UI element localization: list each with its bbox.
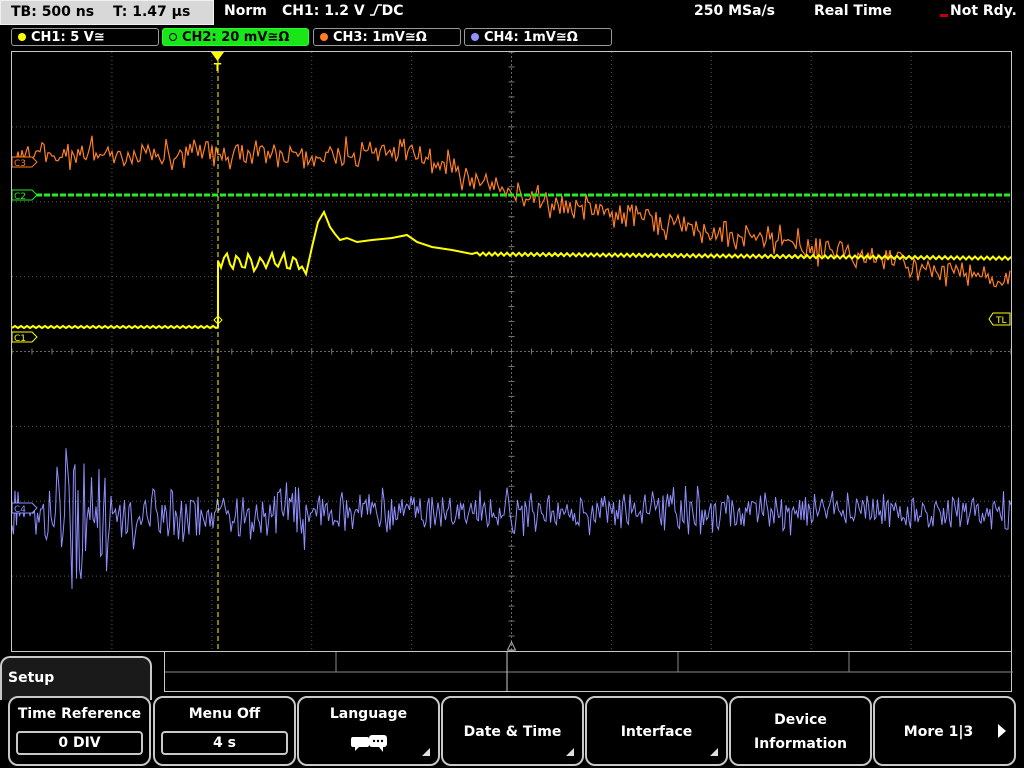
channel-3-button[interactable]: CH3: 1mV≅Ω — [313, 28, 461, 46]
trigger-mode[interactable]: Norm — [224, 3, 267, 19]
trigger-coupling: DC — [381, 3, 404, 19]
trigger-status: Not Rdy. — [950, 3, 1017, 19]
device-information-label-1: Device — [774, 712, 827, 728]
timebase-box[interactable]: TB: 500 ns T: 1.47 µs — [0, 0, 214, 25]
acquisition-mode: Real Time — [814, 3, 892, 19]
trigger-time-value: T: 1.47 µs — [112, 4, 191, 20]
waveform-display[interactable]: C3 C2 C1 C4 TL — [11, 51, 1012, 652]
device-information-label-2: Information — [754, 736, 847, 752]
menu-off-softkey[interactable]: Menu Off 4 s — [153, 696, 296, 766]
channel-3-marker-label: C3 — [14, 159, 26, 169]
zoom-overview-bar — [164, 652, 1013, 692]
waveform-canvas: C3 C2 C1 C4 TL — [12, 52, 1011, 651]
sample-rate: 250 MSa/s — [694, 3, 776, 19]
status-indicator — [940, 14, 948, 17]
channel-4-dot-icon — [471, 33, 479, 41]
trigger-position-icon[interactable]: T — [211, 52, 224, 74]
chevron-right-icon — [998, 724, 1006, 738]
timebase-value: TB: 500 ns — [11, 4, 95, 20]
menu-off-label: Menu Off — [188, 706, 261, 722]
channel-2-coupling: ≅Ω — [267, 30, 290, 45]
menu-off-value[interactable]: 4 s — [161, 731, 288, 755]
language-label: Language — [329, 706, 408, 722]
trigger-source-label: CH1: 1.2 V — [282, 3, 365, 19]
more-label: More 1|3 — [903, 724, 974, 740]
channel-4-coupling: ≅Ω — [555, 30, 578, 45]
channel-1-marker-label: C1 — [14, 334, 26, 344]
channel-2-label: CH2: 20 mV — [182, 30, 268, 45]
menu-title: Setup — [8, 670, 55, 686]
trigger-level-label: TL — [995, 316, 1007, 326]
channel-2-dot-icon — [169, 33, 177, 41]
channel-3-marker: C3 — [12, 156, 38, 169]
channel-1-coupling: ≅ — [93, 30, 105, 45]
interface-label: Interface — [620, 724, 693, 740]
channel-1-label: CH1: 5 V — [31, 30, 94, 45]
channel-2-button[interactable]: CH2: 20 mV≅Ω — [162, 28, 309, 46]
time-reference-softkey[interactable]: Time Reference 0 DIV — [8, 696, 151, 766]
waveform-traces — [12, 135, 1011, 590]
trigger-position-label: T — [214, 61, 222, 72]
channel-1-dot-icon — [18, 33, 26, 41]
date-time-softkey[interactable]: Date & Time — [441, 696, 584, 766]
time-reference-label: Time Reference — [17, 706, 142, 722]
submenu-corner-icon — [566, 748, 574, 756]
trigger-source[interactable]: CH1: 1.2 V DC — [282, 3, 404, 19]
date-time-label: Date & Time — [463, 724, 562, 740]
time-reference-value[interactable]: 0 DIV — [16, 731, 143, 755]
submenu-corner-icon — [422, 748, 430, 756]
rising-edge-icon — [369, 4, 382, 16]
channel-2-marker-label: C2 — [14, 192, 26, 202]
language-icon — [351, 735, 387, 752]
channel-3-coupling: ≅Ω — [404, 30, 427, 45]
channel-1-button[interactable]: CH1: 5 V≅ — [11, 28, 159, 46]
channel-4-label: CH4: 1mV — [484, 30, 556, 45]
more-softkey[interactable]: More 1|3 — [873, 696, 1016, 766]
channel-3-label: CH3: 1mV — [333, 30, 405, 45]
channel-4-button[interactable]: CH4: 1mV≅Ω — [464, 28, 612, 46]
channel-3-dot-icon — [320, 33, 328, 41]
channel-1-marker: C1 — [12, 331, 38, 344]
submenu-corner-icon — [710, 748, 718, 756]
language-softkey[interactable]: Language — [297, 696, 440, 766]
zoom-overview-grid — [165, 652, 1013, 692]
trigger-level-marker: TL — [988, 312, 1011, 326]
interface-softkey[interactable]: Interface — [585, 696, 728, 766]
channel-2-marker: C2 — [12, 189, 38, 202]
graticule — [12, 52, 1011, 651]
menu-title-tab: Setup — [0, 656, 152, 700]
channel-4-marker-label: C4 — [14, 505, 26, 515]
device-information-softkey[interactable]: Device Information — [729, 696, 872, 766]
